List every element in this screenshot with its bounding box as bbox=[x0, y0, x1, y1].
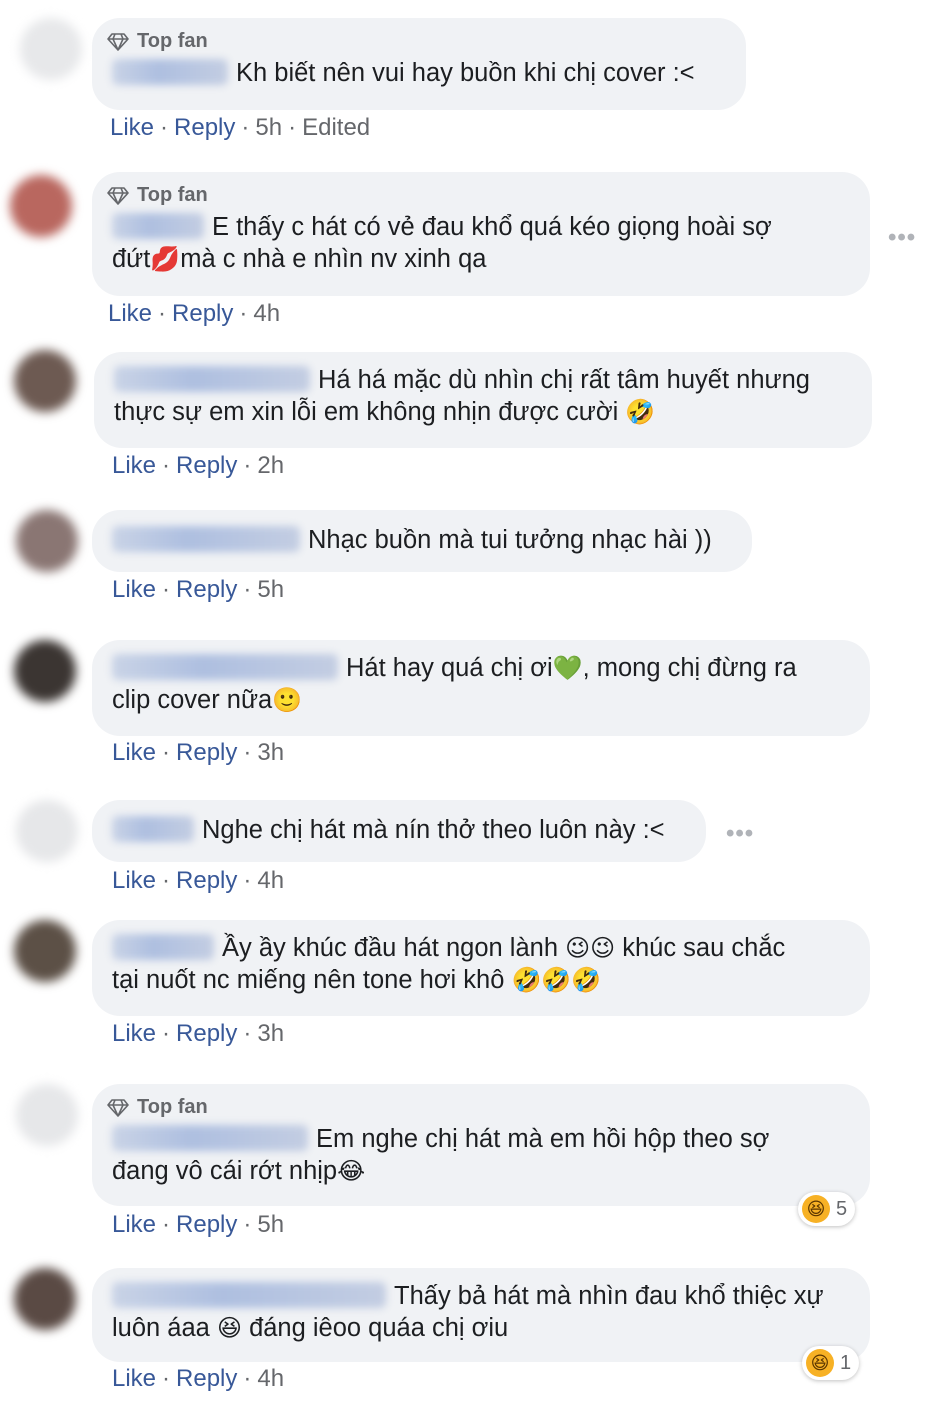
comment-bubble: Há há mặc dù nhìn chị rất tâm huyết nhưn… bbox=[94, 352, 872, 448]
reaction-summary[interactable]: 😆 5 bbox=[798, 1192, 856, 1226]
tears-of-joy-emoji: 😂 bbox=[337, 1158, 366, 1185]
reply-button[interactable]: Reply bbox=[176, 452, 237, 479]
comment-actions: Like · Reply · 5h bbox=[112, 576, 285, 603]
timestamp[interactable]: 5h bbox=[257, 1211, 284, 1238]
comment-bubble: Top fan Em nghe chị hát mà em hồi hộp th… bbox=[92, 1084, 870, 1206]
like-button[interactable]: Like bbox=[108, 300, 152, 327]
author-name[interactable] bbox=[112, 654, 338, 680]
comment-bubble: Nhạc buồn mà tui tưởng nhạc hài )) bbox=[92, 510, 752, 572]
reply-button[interactable]: Reply bbox=[176, 867, 237, 894]
comment-actions: Like · Reply · 3h bbox=[112, 1020, 285, 1047]
comment-text: Ầy ầy khúc đầu hát ngon lành 😉😉 khúc sau… bbox=[112, 934, 786, 994]
rofl-emoji: 🤣 bbox=[625, 399, 656, 426]
comment-bubble: Thấy bả hát mà nhìn đau khổ thiệc xự luôn… bbox=[92, 1268, 870, 1362]
avatar[interactable] bbox=[16, 800, 78, 862]
like-button[interactable]: Like bbox=[112, 739, 156, 766]
avatar[interactable] bbox=[14, 1268, 76, 1330]
timestamp[interactable]: 2h bbox=[257, 452, 284, 479]
author-name[interactable] bbox=[112, 213, 204, 239]
top-fan-label: Top fan bbox=[137, 30, 208, 52]
comment-bubble: Top fan Kh biết nên vui hay buồn khi chị… bbox=[92, 18, 746, 110]
reply-button[interactable]: Reply bbox=[176, 576, 237, 603]
comment-text: Em nghe chị hát mà em hồi hộp theo sợ đan… bbox=[112, 1125, 770, 1185]
timestamp[interactable]: 3h bbox=[257, 1020, 284, 1047]
timestamp[interactable]: 4h bbox=[253, 300, 280, 327]
rofl-emoji: 🤣🤣🤣 bbox=[511, 967, 602, 994]
comment-actions: Like · Reply · 5h bbox=[112, 1211, 285, 1238]
comment-actions: Like · Reply · 5h · Edited bbox=[110, 114, 371, 141]
like-button[interactable]: Like bbox=[112, 1365, 156, 1392]
timestamp[interactable]: 5h bbox=[255, 114, 282, 141]
top-fan-label: Top fan bbox=[137, 1096, 208, 1118]
haha-reaction-icon: 😆 bbox=[806, 1349, 834, 1377]
comment-text: Kh biết nên vui hay buồn khi chị cover :… bbox=[112, 57, 726, 89]
comment-text: Há há mặc dù nhìn chị rất tâm huyết nhưn… bbox=[114, 366, 810, 426]
timestamp[interactable]: 4h bbox=[257, 1365, 284, 1392]
top-fan-badge: Top fan bbox=[106, 1096, 850, 1119]
comment-actions: Like · Reply · 4h bbox=[112, 1365, 285, 1392]
top-fan-badge: Top fan bbox=[106, 30, 726, 53]
more-options-icon[interactable]: ••• bbox=[888, 224, 916, 252]
top-fan-badge: Top fan bbox=[106, 184, 850, 207]
like-button[interactable]: Like bbox=[112, 1020, 156, 1047]
timestamp[interactable]: 5h bbox=[257, 576, 284, 603]
author-name[interactable] bbox=[112, 526, 300, 552]
author-name[interactable] bbox=[114, 366, 310, 392]
comment-text: Thấy bả hát mà nhìn đau khổ thiệc xự luôn… bbox=[112, 1282, 824, 1342]
avatar[interactable] bbox=[14, 640, 76, 702]
comment-bubble: Top fan E thấy c hát có vẻ đau khổ quá k… bbox=[92, 172, 870, 296]
reply-button[interactable]: Reply bbox=[172, 300, 233, 327]
more-options-icon[interactable]: ••• bbox=[726, 820, 754, 848]
comment-text: E thấy c hát có vẻ đau khổ quá kéo giọng… bbox=[112, 213, 772, 273]
lips-emoji: 💋 bbox=[150, 246, 181, 273]
author-name[interactable] bbox=[112, 59, 228, 85]
reaction-count: 1 bbox=[840, 1351, 852, 1374]
reply-button[interactable]: Reply bbox=[174, 114, 235, 141]
author-name[interactable] bbox=[112, 816, 194, 842]
diamond-icon bbox=[107, 32, 129, 51]
reply-button[interactable]: Reply bbox=[176, 1365, 237, 1392]
avatar[interactable] bbox=[14, 350, 76, 412]
grinning-squint-emoji: 😆 bbox=[216, 1315, 242, 1342]
reply-button[interactable]: Reply bbox=[176, 1211, 237, 1238]
haha-reaction-icon: 😆 bbox=[802, 1195, 830, 1223]
top-fan-label: Top fan bbox=[137, 184, 208, 206]
author-name[interactable] bbox=[112, 1282, 386, 1308]
comment-bubble: Nghe chị hát mà nín thở theo luôn này :< bbox=[92, 800, 706, 862]
comment-actions: Like · Reply · 4h bbox=[112, 867, 285, 894]
diamond-icon bbox=[107, 1098, 129, 1117]
like-button[interactable]: Like bbox=[112, 1211, 156, 1238]
comment-bubble: Hát hay quá chị ơi💚, mong chị đừng ra cli… bbox=[92, 640, 870, 736]
reply-button[interactable]: Reply bbox=[176, 1020, 237, 1047]
wink-emoji: 😉😉 bbox=[565, 935, 616, 962]
comment-bubble: Ầy ầy khúc đầu hát ngon lành 😉😉 khúc sau… bbox=[92, 920, 870, 1016]
like-button[interactable]: Like bbox=[112, 576, 156, 603]
comment-actions: Like · Reply · 2h bbox=[112, 452, 285, 479]
author-name[interactable] bbox=[112, 934, 214, 960]
like-button[interactable]: Like bbox=[112, 867, 156, 894]
like-button[interactable]: Like bbox=[110, 114, 154, 141]
green-heart-emoji: 💚 bbox=[552, 655, 583, 682]
avatar[interactable] bbox=[16, 510, 78, 572]
reaction-summary[interactable]: 😆 1 bbox=[802, 1346, 860, 1380]
avatar[interactable] bbox=[14, 920, 76, 982]
timestamp[interactable]: 3h bbox=[257, 739, 284, 766]
edited-label[interactable]: Edited bbox=[302, 114, 370, 141]
avatar[interactable] bbox=[20, 18, 82, 80]
comment-text: Nhạc buồn mà tui tưởng nhạc hài )) bbox=[112, 524, 732, 556]
author-name[interactable] bbox=[112, 1125, 308, 1151]
avatar[interactable] bbox=[16, 1084, 78, 1146]
smile-emoji: 🙂 bbox=[272, 687, 303, 714]
comment-text: Nghe chị hát mà nín thở theo luôn này :< bbox=[112, 814, 686, 846]
timestamp[interactable]: 4h bbox=[257, 867, 284, 894]
reply-button[interactable]: Reply bbox=[176, 739, 237, 766]
comment-actions: Like · Reply · 3h bbox=[112, 739, 285, 766]
reaction-count: 5 bbox=[836, 1197, 848, 1220]
comment-actions: Like · Reply · 4h bbox=[108, 300, 281, 327]
diamond-icon bbox=[107, 186, 129, 205]
comment-text: Hát hay quá chị ơi💚, mong chị đừng ra cli… bbox=[112, 654, 797, 714]
avatar[interactable] bbox=[10, 175, 72, 237]
like-button[interactable]: Like bbox=[112, 452, 156, 479]
